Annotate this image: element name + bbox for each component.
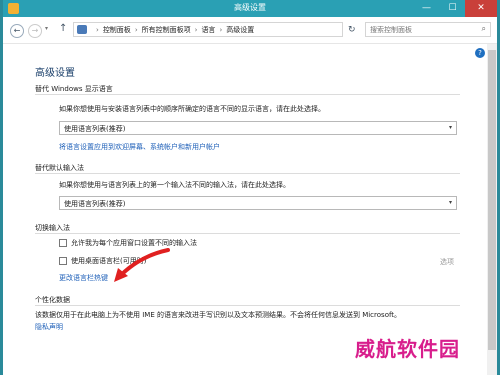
help-icon[interactable]: ? <box>475 48 485 58</box>
watermark-logo: 威航软件园 <box>355 337 460 361</box>
breadcrumb-item-all-items[interactable]: 所有控制面板项 <box>142 26 191 34</box>
privacy-statement-link[interactable]: 隐私声明 <box>35 322 63 332</box>
address-bar: ← → ▾ ↑ ›控制面板›所有控制面板项›语言›高级设置 ↻ ⌕ <box>3 17 497 44</box>
breadcrumb[interactable]: › 控制面板 › 所有控制面板项 › 语言 › 高级设置 <box>73 22 343 37</box>
desktop-language-bar-checkbox[interactable] <box>59 257 67 265</box>
display-language-heading: 替代 Windows 显示语言 <box>35 85 113 93</box>
chevron-down-icon: ▾ <box>448 199 452 206</box>
page-title: 高级设置 <box>35 68 75 79</box>
display-language-select[interactable]: 使用语言列表(推荐) ▾ <box>59 121 457 135</box>
input-method-description: 如果你想使用与语言列表上的第一个输入法不同的输入法，请在此处选择。 <box>59 181 290 189</box>
switch-input-heading: 切换输入法 <box>35 224 70 232</box>
breadcrumb-item-control-panel[interactable]: 控制面板 <box>103 26 131 34</box>
search-input[interactable] <box>370 24 470 36</box>
input-method-select[interactable]: 使用语言列表(推荐) ▾ <box>59 196 457 210</box>
title-bar[interactable]: 高级设置 — ☐ ✕ <box>3 0 497 17</box>
breadcrumb-separator: › <box>134 26 138 34</box>
per-app-input-checkbox[interactable] <box>59 239 67 247</box>
breadcrumb-separator: › <box>219 26 223 34</box>
control-panel-icon <box>77 25 87 34</box>
section-divider <box>35 173 460 174</box>
search-icon[interactable]: ⌕ <box>482 24 486 34</box>
recent-locations-chevron-icon[interactable]: ▾ <box>45 25 48 32</box>
vertical-scrollbar[interactable] <box>487 44 497 375</box>
up-arrow-icon[interactable]: ↑ <box>59 23 67 34</box>
search-box[interactable]: ⌕ <box>365 22 491 37</box>
forward-icon[interactable]: → <box>28 24 42 38</box>
display-language-selected: 使用语言列表(推荐) <box>64 125 126 133</box>
back-icon[interactable]: ← <box>10 24 24 38</box>
chevron-down-icon: ▾ <box>448 124 452 131</box>
language-bar-options-link[interactable]: 选项 <box>440 257 454 267</box>
display-language-description: 如果你想使用与安装语言列表中的顺序所确定的语言不同的显示语言，请在此处选择。 <box>59 105 325 113</box>
advanced-settings-window: 高级设置 — ☐ ✕ ← → ▾ ↑ › 控制面板 › 所有控制面板项 › 语言 › 高级设置… <box>0 0 500 375</box>
input-method-selected: 使用语言列表(推荐) <box>64 200 126 208</box>
refresh-icon[interactable]: ↻ <box>348 25 356 35</box>
breadcrumb-separator: › <box>96 26 99 34</box>
personalization-description: 该数据仅用于在此电脑上为不使用 IME 的语言来改进手写识别以及文本预测结果。不… <box>35 311 402 319</box>
main-content: ? 高级设置 替代 Windows 显示语言 如果你想使用与安装语言列表中的顺序… <box>3 44 497 375</box>
change-language-bar-hotkeys-link[interactable]: 更改语言栏热键 <box>59 273 108 283</box>
breadcrumb-item-advanced-settings[interactable]: 高级设置 <box>226 26 254 34</box>
input-method-heading: 替代默认输入法 <box>35 164 84 172</box>
section-divider <box>35 305 460 306</box>
scrollbar-thumb[interactable] <box>488 50 496 350</box>
annotation-arrow-icon <box>114 248 170 282</box>
minimize-button[interactable]: — <box>414 0 439 17</box>
breadcrumb-path: › 控制面板 › 所有控制面板项 › 语言 › 高级设置 <box>92 25 254 35</box>
breadcrumb-item-language[interactable]: 语言 <box>201 26 215 34</box>
close-button[interactable]: ✕ <box>465 0 497 17</box>
maximize-button[interactable]: ☐ <box>440 0 465 17</box>
personalization-heading: 个性化数据 <box>35 296 70 304</box>
apply-language-settings-link[interactable]: 将语言设置应用到欢迎屏幕、系统帐户和新用户帐户 <box>59 142 220 152</box>
section-divider <box>35 233 460 234</box>
section-divider <box>35 94 460 95</box>
breadcrumb-separator: › <box>194 26 198 34</box>
